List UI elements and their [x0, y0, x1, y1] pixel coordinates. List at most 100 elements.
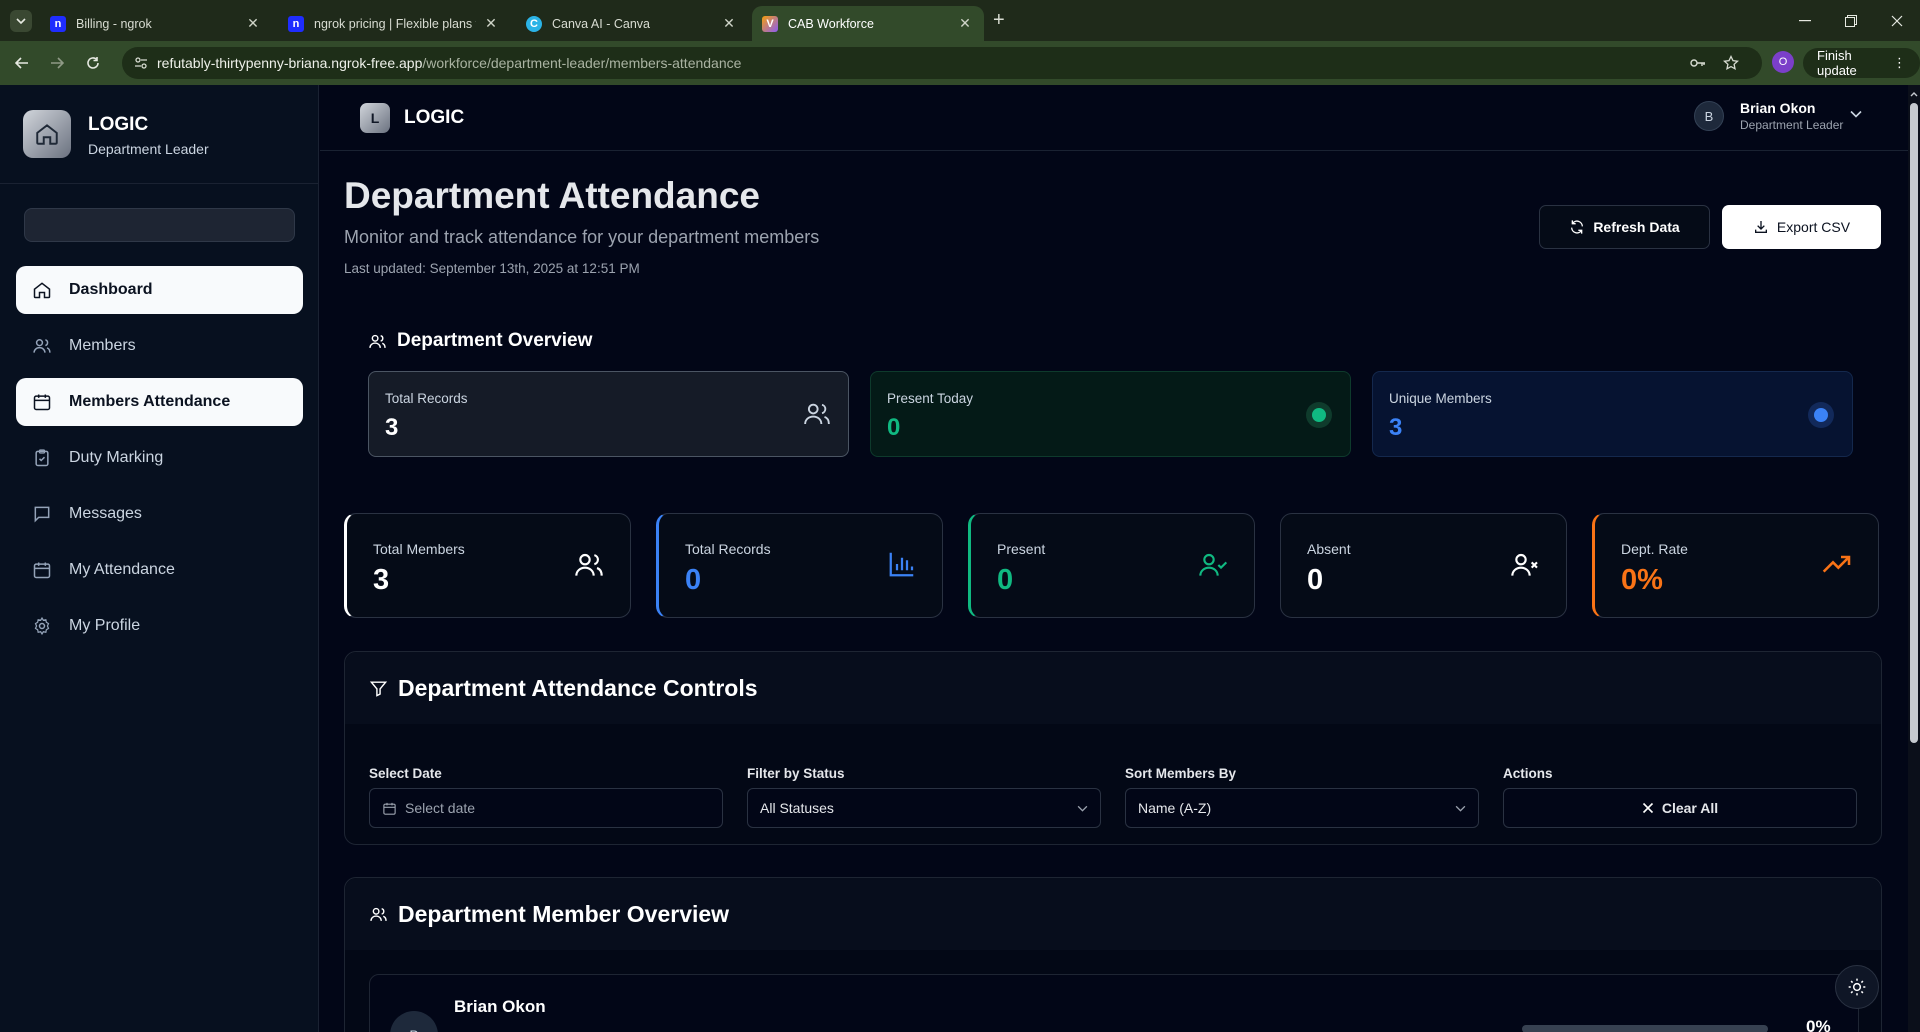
tab-close-icon[interactable]: ✕	[244, 15, 262, 32]
refresh-data-label: Refresh Data	[1593, 219, 1680, 235]
main-content: Department Attendance Monitor and track …	[344, 85, 1882, 1032]
scroll-up-icon[interactable]	[1908, 89, 1920, 99]
sidebar-item-my-attendance[interactable]: My Attendance	[16, 546, 303, 594]
password-key-icon[interactable]	[1690, 56, 1706, 70]
url-path: /workforce/department-leader/members-att…	[422, 55, 742, 71]
card-value: 3	[385, 414, 399, 441]
cab-favicon-icon: V	[762, 15, 778, 32]
sidebar-item-label: My Attendance	[69, 561, 175, 578]
download-icon	[1754, 221, 1767, 233]
tab-close-icon[interactable]: ✕	[720, 15, 738, 32]
tab-search-button[interactable]	[10, 10, 32, 32]
export-csv-button[interactable]: Export CSV	[1722, 205, 1881, 249]
sidebar-item-label: Messages	[69, 505, 142, 522]
site-info-icon[interactable]	[134, 56, 148, 70]
sidebar-item-my-profile[interactable]: My Profile	[16, 602, 303, 650]
canva-favicon-icon: C	[526, 15, 542, 32]
overview-card-present-today: Present Today 0	[870, 371, 1351, 457]
restore-icon[interactable]	[1828, 0, 1874, 41]
chevron-down-icon	[1077, 805, 1088, 812]
sidebar-item-messages[interactable]: Messages	[16, 490, 303, 538]
member-card[interactable]: B Brian Okon 0%	[369, 974, 1859, 1032]
users-icon	[573, 549, 605, 581]
stat-value: 3	[373, 564, 390, 596]
users-icon	[33, 339, 51, 353]
theme-toggle-button[interactable]	[1835, 965, 1879, 1009]
card-label: Present Today	[887, 391, 974, 406]
sidebar: LOGIC Department Leader Dashboard Member…	[0, 85, 319, 1032]
chevron-down-icon	[16, 18, 26, 25]
tab-title: Canva AI - Canva	[552, 16, 650, 31]
scrollbar-thumb[interactable]	[1910, 103, 1918, 743]
page-scrollbar[interactable]	[1908, 85, 1920, 1032]
section-title-text: Department Member Overview	[398, 901, 730, 927]
trending-up-icon	[1821, 549, 1853, 581]
sidebar-search-input[interactable]	[24, 208, 295, 242]
home-icon	[33, 282, 51, 299]
filter-status-value: All Statuses	[760, 800, 834, 816]
select-date-label: Select Date	[369, 766, 442, 781]
clear-all-label: Clear All	[1661, 800, 1719, 816]
sidebar-item-duty-marking[interactable]: Duty Marking	[16, 434, 303, 482]
browser-tab-active[interactable]: V CAB Workforce ✕	[752, 6, 984, 41]
more-vertical-icon: ⋮	[1893, 55, 1906, 70]
card-value: 3	[1389, 414, 1403, 441]
sidebar-item-dashboard[interactable]: Dashboard	[16, 266, 303, 314]
browser-tab[interactable]: n Billing - ngrok ✕	[40, 6, 272, 41]
browser-toolbar: refutably-thirtypenny-briana.ngrok-free.…	[0, 41, 1920, 85]
tab-close-icon[interactable]: ✕	[956, 15, 974, 32]
close-icon	[1642, 802, 1653, 814]
sort-members-select[interactable]: Name (A-Z)	[1125, 788, 1479, 828]
bookmark-star-icon[interactable]	[1723, 55, 1739, 71]
select-date-placeholder: Select date	[405, 800, 476, 816]
actions-label: Actions	[1503, 766, 1553, 781]
sidebar-item-label: Members	[69, 337, 136, 354]
profile-avatar[interactable]: O	[1772, 51, 1794, 73]
tab-title: ngrok pricing | Flexible plans fo	[314, 16, 476, 31]
users-icon	[369, 334, 386, 348]
sidebar-item-label: Duty Marking	[69, 449, 164, 466]
reload-icon[interactable]	[84, 54, 102, 72]
url-host: refutably-thirtypenny-briana.ngrok-free.…	[157, 55, 423, 71]
select-date-input[interactable]: Select date	[369, 788, 723, 828]
clear-all-button[interactable]: Clear All	[1503, 788, 1857, 828]
tab-title: CAB Workforce	[788, 16, 874, 31]
stat-value: 0%	[1621, 564, 1663, 596]
sidebar-item-label: Dashboard	[69, 281, 153, 298]
section-title-text: Department Overview	[397, 330, 593, 351]
tab-title: Billing - ngrok	[76, 16, 152, 31]
clipboard-check-icon	[35, 449, 49, 467]
calendar-icon	[383, 802, 396, 815]
gear-icon	[34, 616, 50, 636]
address-bar[interactable]: refutably-thirtypenny-briana.ngrok-free.…	[122, 47, 1762, 79]
filter-status-select[interactable]: All Statuses	[747, 788, 1101, 828]
browser-tab[interactable]: n ngrok pricing | Flexible plans fo ✕	[278, 6, 510, 41]
bar-chart-icon	[887, 549, 917, 579]
sidebar-item-members-attendance[interactable]: Members Attendance	[16, 378, 303, 426]
divider	[0, 183, 319, 184]
ngrok-favicon-icon: n	[50, 15, 66, 32]
back-arrow-icon[interactable]	[13, 54, 31, 72]
user-check-icon	[1197, 549, 1229, 581]
window-close-icon[interactable]	[1874, 0, 1920, 41]
calendar-icon	[33, 394, 51, 411]
stat-label: Present	[997, 541, 1046, 557]
refresh-icon	[1571, 220, 1584, 234]
users-icon	[370, 907, 387, 921]
sidebar-item-members[interactable]: Members	[16, 322, 303, 370]
minimize-icon[interactable]	[1782, 0, 1828, 41]
section-title-text: Department Attendance Controls	[398, 675, 758, 701]
finish-update-button[interactable]: Finish update ⋮	[1803, 48, 1920, 78]
sidebar-item-label: My Profile	[69, 617, 141, 634]
new-tab-icon[interactable]: +	[993, 9, 1005, 32]
stat-card-absent: Absent 0	[1280, 513, 1567, 618]
sort-members-label: Sort Members By	[1125, 766, 1237, 781]
message-square-icon	[34, 506, 50, 523]
browser-tab[interactable]: C Canva AI - Canva ✕	[516, 6, 748, 41]
users-icon	[802, 399, 832, 429]
refresh-data-button[interactable]: Refresh Data	[1539, 205, 1710, 249]
ngrok-favicon-icon: n	[288, 15, 304, 32]
forward-arrow-icon[interactable]	[48, 54, 66, 72]
url-text: refutably-thirtypenny-briana.ngrok-free.…	[157, 55, 741, 71]
tab-close-icon[interactable]: ✕	[482, 15, 500, 32]
